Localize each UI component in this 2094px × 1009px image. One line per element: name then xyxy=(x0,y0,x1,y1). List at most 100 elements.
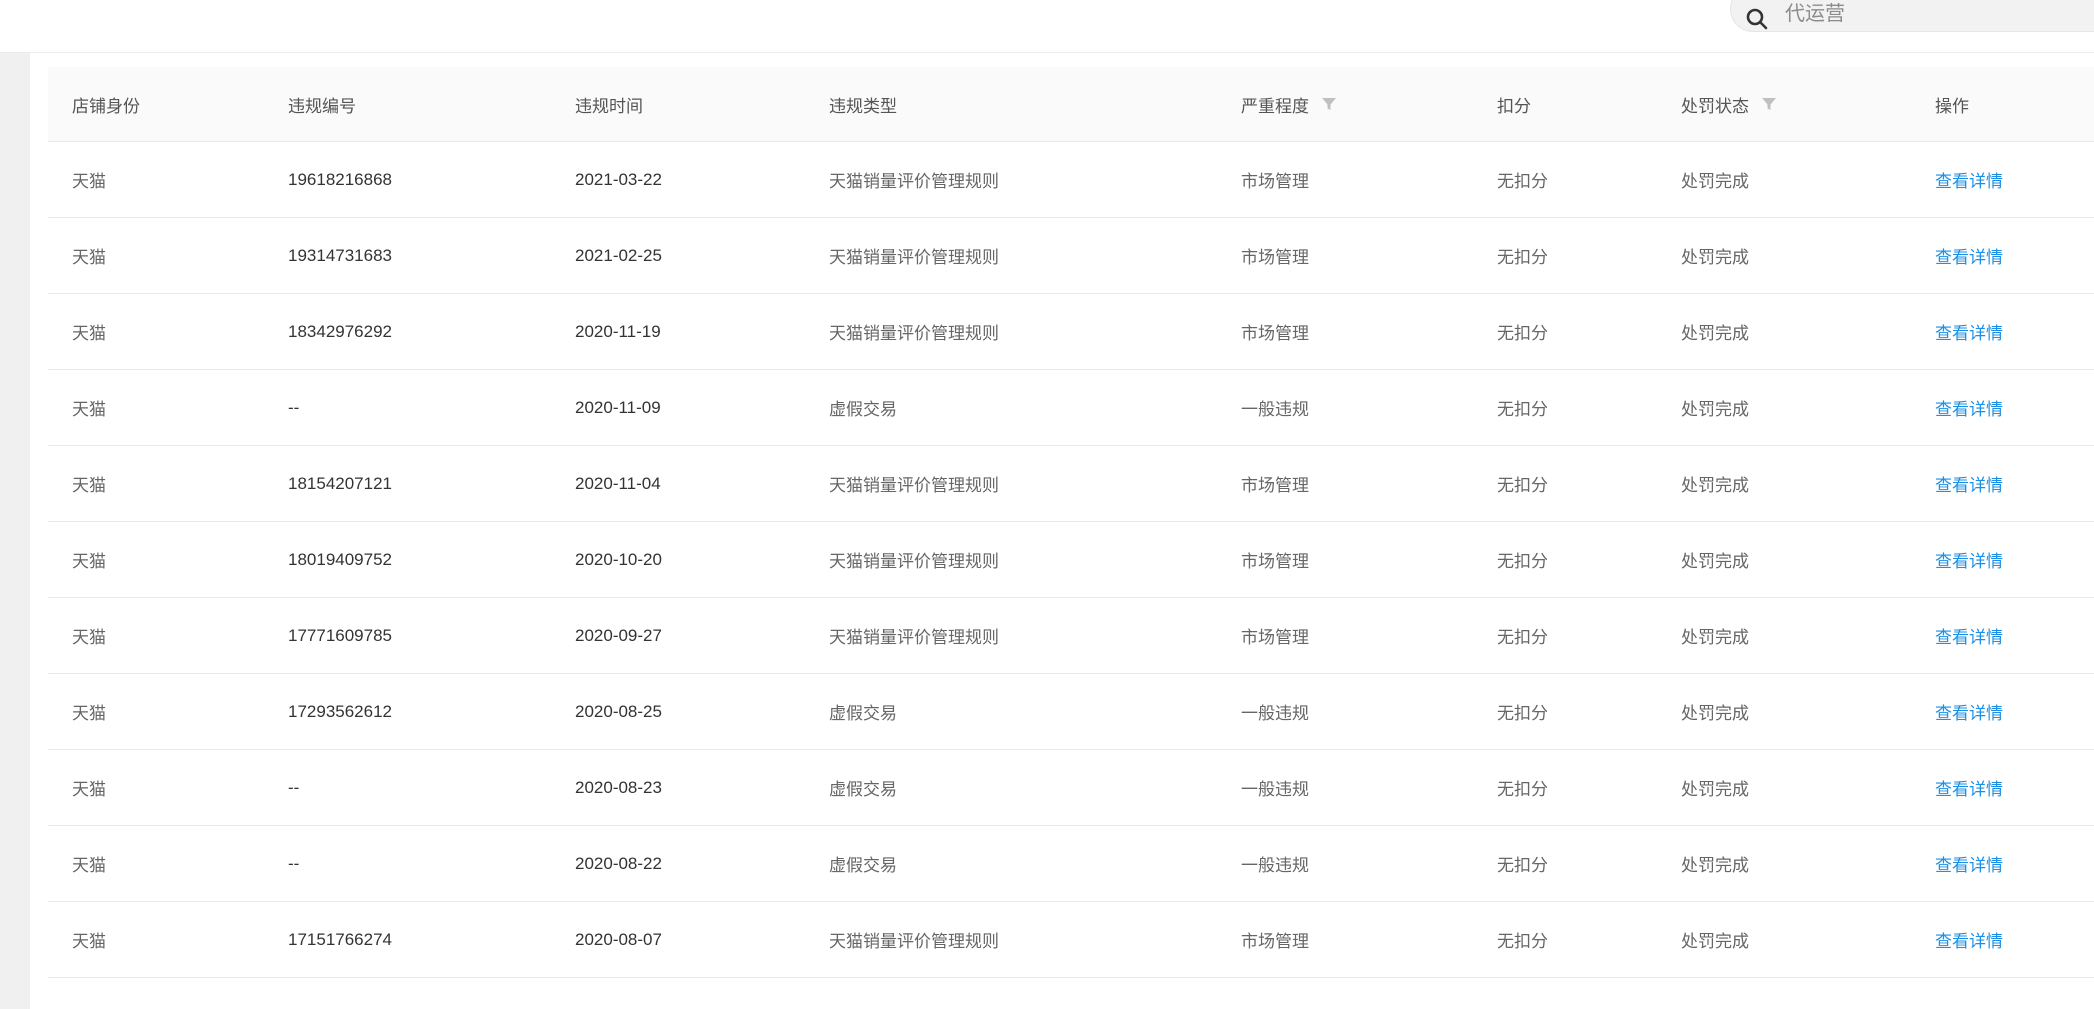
cell-severity: 一般违规 xyxy=(1241,780,1309,799)
cell-severity: 市场管理 xyxy=(1241,324,1309,343)
cell-violation-time: 2020-10-20 xyxy=(575,549,662,569)
cell-violation-time: 2020-11-19 xyxy=(575,321,661,341)
cell-violation-time: 2020-08-23 xyxy=(575,777,662,797)
cell-severity: 市场管理 xyxy=(1241,932,1309,951)
cell-violation-no: 19618216868 xyxy=(288,169,393,189)
cell-violation-time: 2021-03-22 xyxy=(575,169,662,189)
cell-shop-identity: 天猫 xyxy=(72,780,106,799)
table-row: 天猫 -- 2020-08-22 虚假交易 一般违规 无扣分 处罚完成 查看详情 xyxy=(48,826,2094,902)
cell-violation-time: 2020-08-22 xyxy=(575,853,662,873)
header-shop-identity: 店铺身份 xyxy=(72,96,140,116)
cell-penalty-status: 处罚完成 xyxy=(1681,248,1749,267)
cell-severity: 一般违规 xyxy=(1241,704,1309,723)
cell-violation-time: 2020-08-25 xyxy=(575,701,662,721)
cell-action: 查看详情 xyxy=(1912,775,2094,800)
cell-violation-no: 17151766274 xyxy=(288,929,393,949)
header-deduction: 扣分 xyxy=(1497,96,1531,116)
cell-violation-type: 天猫销量评价管理规则 xyxy=(829,172,999,191)
table-row: 天猫 18342976292 2020-11-19 天猫销量评价管理规则 市场管理 无扣分… xyxy=(48,294,2094,370)
header-violation-no: 违规编号 xyxy=(288,96,356,116)
cell-violation-no: 17771609785 xyxy=(288,625,393,645)
header-penalty-status-label: 处罚状态 xyxy=(1681,96,1749,116)
search-input[interactable] xyxy=(1785,1,2085,27)
cell-action: 查看详情 xyxy=(1912,623,2094,648)
view-details-link[interactable]: 查看详情 xyxy=(1935,167,2003,192)
header-penalty-status: 处罚状态 xyxy=(1658,92,1912,117)
cell-deduction: 无扣分 xyxy=(1497,552,1548,571)
cell-shop-identity: 天猫 xyxy=(72,172,106,191)
cell-violation-time: 2020-09-27 xyxy=(575,625,662,645)
cell-violation-type: 天猫销量评价管理规则 xyxy=(829,324,999,343)
cell-penalty-status: 处罚完成 xyxy=(1681,704,1749,723)
cell-violation-no: 18342976292 xyxy=(288,321,393,341)
top-bar xyxy=(0,0,2094,53)
cell-action: 查看详情 xyxy=(1912,167,2094,192)
cell-shop-identity: 天猫 xyxy=(72,324,106,343)
cell-severity: 市场管理 xyxy=(1241,476,1309,495)
cell-violation-type: 虚假交易 xyxy=(829,704,897,723)
cell-action: 查看详情 xyxy=(1912,395,2094,420)
cell-violation-type: 天猫销量评价管理规则 xyxy=(829,552,999,571)
search-icon[interactable] xyxy=(1745,7,1769,31)
view-details-link[interactable]: 查看详情 xyxy=(1935,623,2003,648)
view-details-link[interactable]: 查看详情 xyxy=(1935,927,2003,952)
view-details-link[interactable]: 查看详情 xyxy=(1935,243,2003,268)
cell-deduction: 无扣分 xyxy=(1497,248,1548,267)
view-details-link[interactable]: 查看详情 xyxy=(1935,851,2003,876)
cell-violation-type: 天猫销量评价管理规则 xyxy=(829,628,999,647)
view-details-link[interactable]: 查看详情 xyxy=(1935,471,2003,496)
violations-table: 店铺身份 违规编号 违规时间 违规类型 严重程度 扣分 处罚状态 操作 天猫 19… xyxy=(48,67,2094,978)
cell-violation-no: 18019409752 xyxy=(288,549,393,569)
search-box[interactable] xyxy=(1730,0,2094,32)
header-severity: 严重程度 xyxy=(1218,92,1474,117)
table-row: 天猫 17293562612 2020-08-25 虚假交易 一般违规 无扣分 处罚完成 查看… xyxy=(48,674,2094,750)
cell-shop-identity: 天猫 xyxy=(72,704,106,723)
cell-penalty-status: 处罚完成 xyxy=(1681,476,1749,495)
cell-action: 查看详情 xyxy=(1912,471,2094,496)
cell-penalty-status: 处罚完成 xyxy=(1681,172,1749,191)
cell-severity: 市场管理 xyxy=(1241,172,1309,191)
filter-icon[interactable] xyxy=(1321,96,1337,112)
cell-shop-identity: 天猫 xyxy=(72,856,106,875)
header-violation-time: 违规时间 xyxy=(575,96,643,116)
cell-violation-type: 天猫销量评价管理规则 xyxy=(829,932,999,951)
cell-action: 查看详情 xyxy=(1912,851,2094,876)
cell-action: 查看详情 xyxy=(1912,927,2094,952)
cell-shop-identity: 天猫 xyxy=(72,552,106,571)
cell-severity: 一般违规 xyxy=(1241,856,1309,875)
header-severity-label: 严重程度 xyxy=(1241,96,1309,116)
filter-icon[interactable] xyxy=(1761,96,1777,112)
cell-violation-no: 18154207121 xyxy=(288,473,393,493)
cell-violation-time: 2020-11-04 xyxy=(575,473,661,493)
cell-penalty-status: 处罚完成 xyxy=(1681,324,1749,343)
table-header: 店铺身份 违规编号 违规时间 违规类型 严重程度 扣分 处罚状态 操作 xyxy=(48,67,2094,142)
cell-shop-identity: 天猫 xyxy=(72,400,106,419)
table-row: 天猫 17151766274 2020-08-07 天猫销量评价管理规则 市场管理 无扣分… xyxy=(48,902,2094,978)
header-action: 操作 xyxy=(1935,96,1969,116)
cell-penalty-status: 处罚完成 xyxy=(1681,552,1749,571)
cell-shop-identity: 天猫 xyxy=(72,248,106,267)
cell-action: 查看详情 xyxy=(1912,547,2094,572)
cell-shop-identity: 天猫 xyxy=(72,476,106,495)
view-details-link[interactable]: 查看详情 xyxy=(1935,775,2003,800)
cell-deduction: 无扣分 xyxy=(1497,476,1548,495)
cell-deduction: 无扣分 xyxy=(1497,400,1548,419)
cell-deduction: 无扣分 xyxy=(1497,704,1548,723)
cell-shop-identity: 天猫 xyxy=(72,628,106,647)
cell-action: 查看详情 xyxy=(1912,243,2094,268)
view-details-link[interactable]: 查看详情 xyxy=(1935,699,2003,724)
main-content: 店铺身份 违规编号 违规时间 违规类型 严重程度 扣分 处罚状态 操作 天猫 19… xyxy=(30,53,2094,1009)
cell-penalty-status: 处罚完成 xyxy=(1681,932,1749,951)
cell-action: 查看详情 xyxy=(1912,319,2094,344)
table-row: 天猫 17771609785 2020-09-27 天猫销量评价管理规则 市场管理 无扣分… xyxy=(48,598,2094,674)
cell-penalty-status: 处罚完成 xyxy=(1681,780,1749,799)
view-details-link[interactable]: 查看详情 xyxy=(1935,547,2003,572)
cell-violation-no: -- xyxy=(288,777,300,797)
view-details-link[interactable]: 查看详情 xyxy=(1935,319,2003,344)
cell-penalty-status: 处罚完成 xyxy=(1681,628,1749,647)
cell-violation-time: 2020-11-09 xyxy=(575,397,661,417)
cell-violation-no: 17293562612 xyxy=(288,701,393,721)
cell-violation-no: 19314731683 xyxy=(288,245,393,265)
view-details-link[interactable]: 查看详情 xyxy=(1935,395,2003,420)
cell-violation-type: 虚假交易 xyxy=(829,780,897,799)
